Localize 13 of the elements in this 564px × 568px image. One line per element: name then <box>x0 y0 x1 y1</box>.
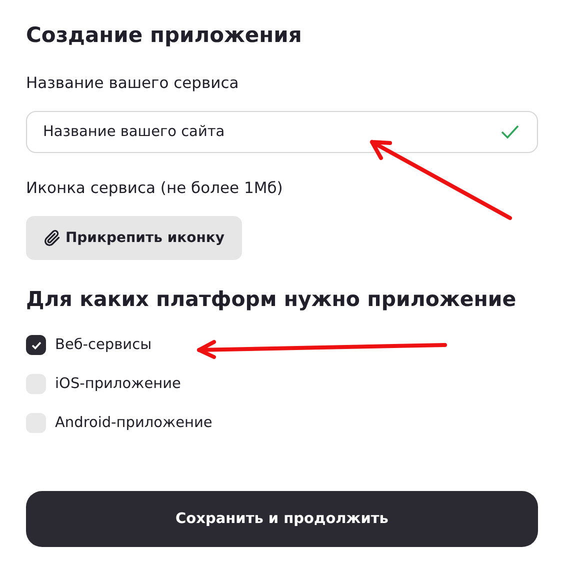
field-label: Название вашего сервиса <box>26 73 240 94</box>
field-label: Иконка сервиса (не более 1Мб) <box>26 178 284 199</box>
attach-icon-button[interactable]: Прикрепить иконку <box>26 216 242 260</box>
checkmark-icon <box>30 340 42 350</box>
checkbox-label: iOS-приложение <box>55 375 181 394</box>
save-continue-button[interactable]: Сохранить и продолжить <box>26 491 538 547</box>
page-title: Создание приложения <box>26 22 303 49</box>
service-name-field[interactable]: Название вашего сайта <box>26 111 538 153</box>
paperclip-icon <box>43 229 62 247</box>
checkbox[interactable] <box>26 335 46 355</box>
section-title: Для каких платформ нужно приложение <box>26 286 518 313</box>
checkbox-label: Android-приложение <box>55 414 212 433</box>
checkbox-label: Веб-сервисы <box>55 336 152 355</box>
